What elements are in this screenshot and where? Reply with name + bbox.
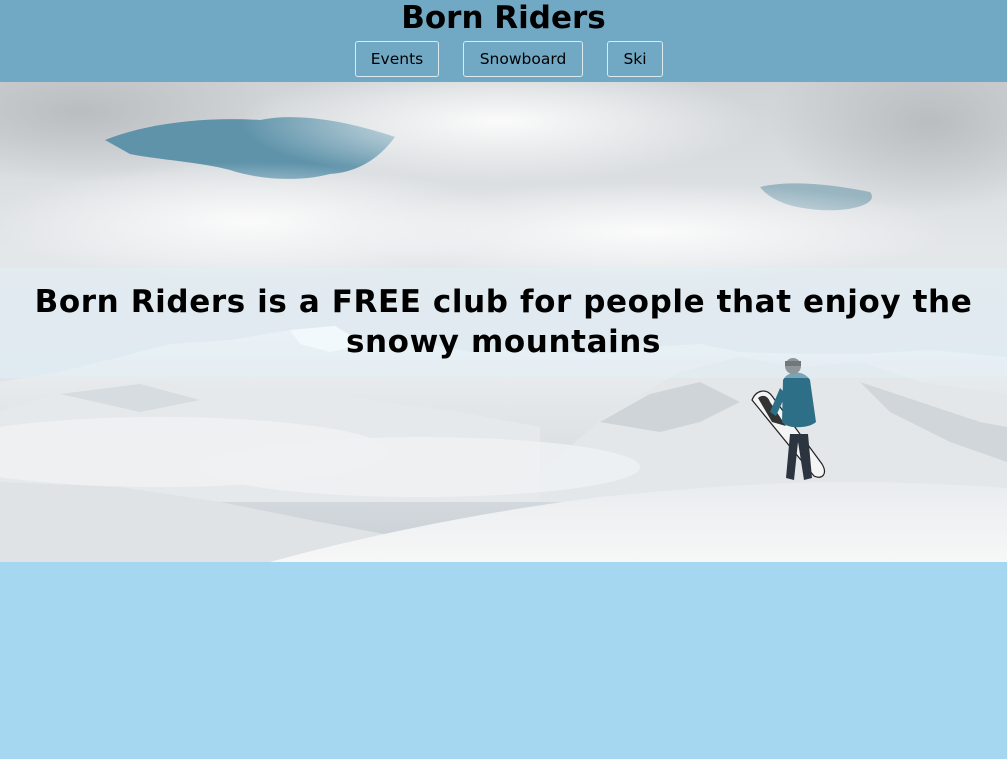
events-button[interactable]: Events [355,41,439,77]
site-header: Born Riders Events Snowboard Ski [0,0,1007,82]
hero-headline: Born Riders is a FREE club for people th… [34,284,973,360]
hero-section: Born Riders is a FREE club for people th… [0,82,1007,562]
snowboard-button[interactable]: Snowboard [463,41,583,77]
ski-button[interactable]: Ski [607,41,663,77]
site-title: Born Riders [401,0,606,36]
